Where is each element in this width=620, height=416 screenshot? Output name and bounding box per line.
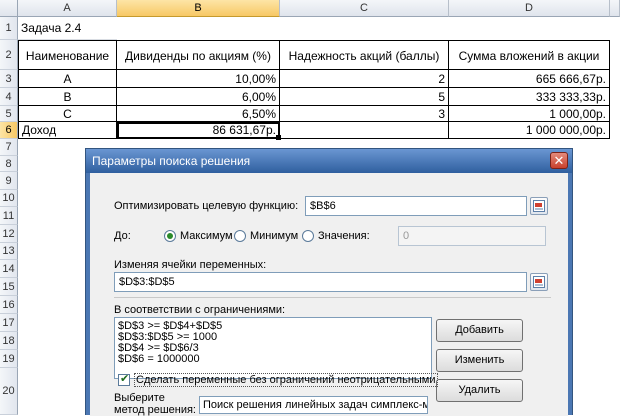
range-select-icon <box>533 200 545 212</box>
dialog-title: Параметры поиска решения <box>92 154 251 168</box>
cell-c3[interactable]: 2 <box>280 70 449 88</box>
change-button[interactable]: Изменить <box>436 349 523 372</box>
range-select-icon <box>533 276 545 288</box>
row-header-6[interactable]: 6 <box>0 122 18 139</box>
row-header-8[interactable]: 8 <box>0 156 18 172</box>
cell-a4[interactable]: В <box>18 88 117 106</box>
cell-a3[interactable]: А <box>18 70 117 88</box>
cell-b3[interactable]: 10,00% <box>117 70 280 88</box>
row-header-5[interactable]: 5 <box>0 106 18 122</box>
cell-d6[interactable]: 1 000 000,00р. <box>449 122 610 139</box>
cell-a6[interactable]: Доход <box>18 122 117 139</box>
column-header-e[interactable] <box>610 0 620 17</box>
row-header-19[interactable]: 19 <box>0 350 18 368</box>
cell-c5[interactable]: 3 <box>280 106 449 122</box>
cell-c2[interactable]: Надежность акций (баллы) <box>280 40 449 70</box>
nonneg-checkbox[interactable]: ✔ <box>118 373 130 386</box>
constraints-list[interactable]: $D$3 >= $D$4+$D$5 $D$3:$D$5 >= 1000 $D$4… <box>114 317 432 379</box>
constraint-item[interactable]: $D$6 = 1000000 <box>118 354 428 365</box>
cell-c4[interactable]: 5 <box>280 88 449 106</box>
row-header-15[interactable]: 15 <box>0 278 18 296</box>
cell-b6-selected[interactable]: 86 631,67р. <box>117 122 280 139</box>
close-button[interactable]: ✕ <box>550 152 568 169</box>
cell-a5[interactable]: С <box>18 106 117 122</box>
row-header-16[interactable]: 16 <box>0 296 18 314</box>
row-header-20[interactable]: 20 <box>0 368 18 415</box>
row-header-7[interactable]: 7 <box>0 139 18 156</box>
row-header-17[interactable]: 17 <box>0 314 18 332</box>
cell-a2[interactable]: Наименование <box>18 40 117 70</box>
solver-dialog: Параметры поиска решения ✕ Оптимизироват… <box>85 148 573 416</box>
objective-input[interactable]: $B$6 <box>305 196 527 216</box>
separator <box>114 297 551 298</box>
row-header-9[interactable]: 9 <box>0 172 18 190</box>
row-header-4[interactable]: 4 <box>0 88 18 106</box>
row-header-11[interactable]: 11 <box>0 207 18 225</box>
method-label-line2: метод решения: <box>114 404 196 416</box>
dialog-title-bar[interactable]: Параметры поиска решения <box>86 149 572 173</box>
radio-max[interactable] <box>164 230 176 242</box>
add-button[interactable]: Добавить <box>436 319 523 342</box>
constraints-label: В соответствии с ограничениями: <box>114 304 286 316</box>
row-header-13[interactable]: 13 <box>0 243 18 260</box>
to-label: До: <box>114 230 131 242</box>
cell-d5[interactable]: 1 000,00р. <box>449 106 610 122</box>
row-header-1[interactable]: 1 <box>0 17 18 40</box>
variables-input[interactable]: $D$3:$D$5 <box>114 272 527 292</box>
radio-value[interactable] <box>302 230 314 242</box>
radio-min[interactable] <box>234 230 246 242</box>
select-all-corner[interactable] <box>0 0 18 17</box>
variables-collapse-button[interactable] <box>530 273 548 291</box>
check-mark-icon: ✔ <box>120 373 130 385</box>
cell-b5[interactable]: 6,50% <box>117 106 280 122</box>
column-header-c[interactable]: C <box>280 0 449 17</box>
row-header-10[interactable]: 10 <box>0 190 18 207</box>
cell-b2[interactable]: Дивиденды по акциям (%) <box>117 40 280 70</box>
row-header-2[interactable]: 2 <box>0 40 18 70</box>
radio-value-label[interactable]: Значения: <box>318 230 370 242</box>
radio-max-label[interactable]: Максимум <box>180 230 233 242</box>
column-header-a[interactable]: A <box>18 0 117 17</box>
cell-d3[interactable]: 665 666,67р. <box>449 70 610 88</box>
fill-handle[interactable] <box>276 135 281 140</box>
row-header-3[interactable]: 3 <box>0 70 18 88</box>
value-input[interactable]: 0 <box>398 226 546 246</box>
radio-min-label[interactable]: Минимум <box>250 230 298 242</box>
column-header-d[interactable]: D <box>449 0 610 17</box>
cell-c6[interactable] <box>280 122 449 139</box>
delete-button[interactable]: Удалить <box>436 379 523 402</box>
cell-d4[interactable]: 333 333,33р. <box>449 88 610 106</box>
objective-collapse-button[interactable] <box>530 197 548 215</box>
dialog-body: Оптимизировать целевую функцию: $B$6 До:… <box>90 173 568 416</box>
nonneg-label[interactable]: Сделать переменные без ограничений неотр… <box>134 373 438 387</box>
row-header-18[interactable]: 18 <box>0 332 18 350</box>
variables-label: Изменяя ячейки переменных: <box>114 259 267 271</box>
column-header-b[interactable]: B <box>117 0 280 17</box>
row-header-12[interactable]: 12 <box>0 225 18 243</box>
objective-label: Оптимизировать целевую функцию: <box>114 200 299 212</box>
row-header-14[interactable]: 14 <box>0 260 18 278</box>
cell-b4[interactable]: 6,00% <box>117 88 280 106</box>
cell-a1[interactable]: Задача 2.4 <box>18 17 117 40</box>
method-label-line1: Выберите <box>114 392 165 404</box>
method-select[interactable]: Поиск решения линейных задач симплекс-ме… <box>199 396 428 414</box>
cell-d2[interactable]: Сумма вложений в акции <box>449 40 610 70</box>
